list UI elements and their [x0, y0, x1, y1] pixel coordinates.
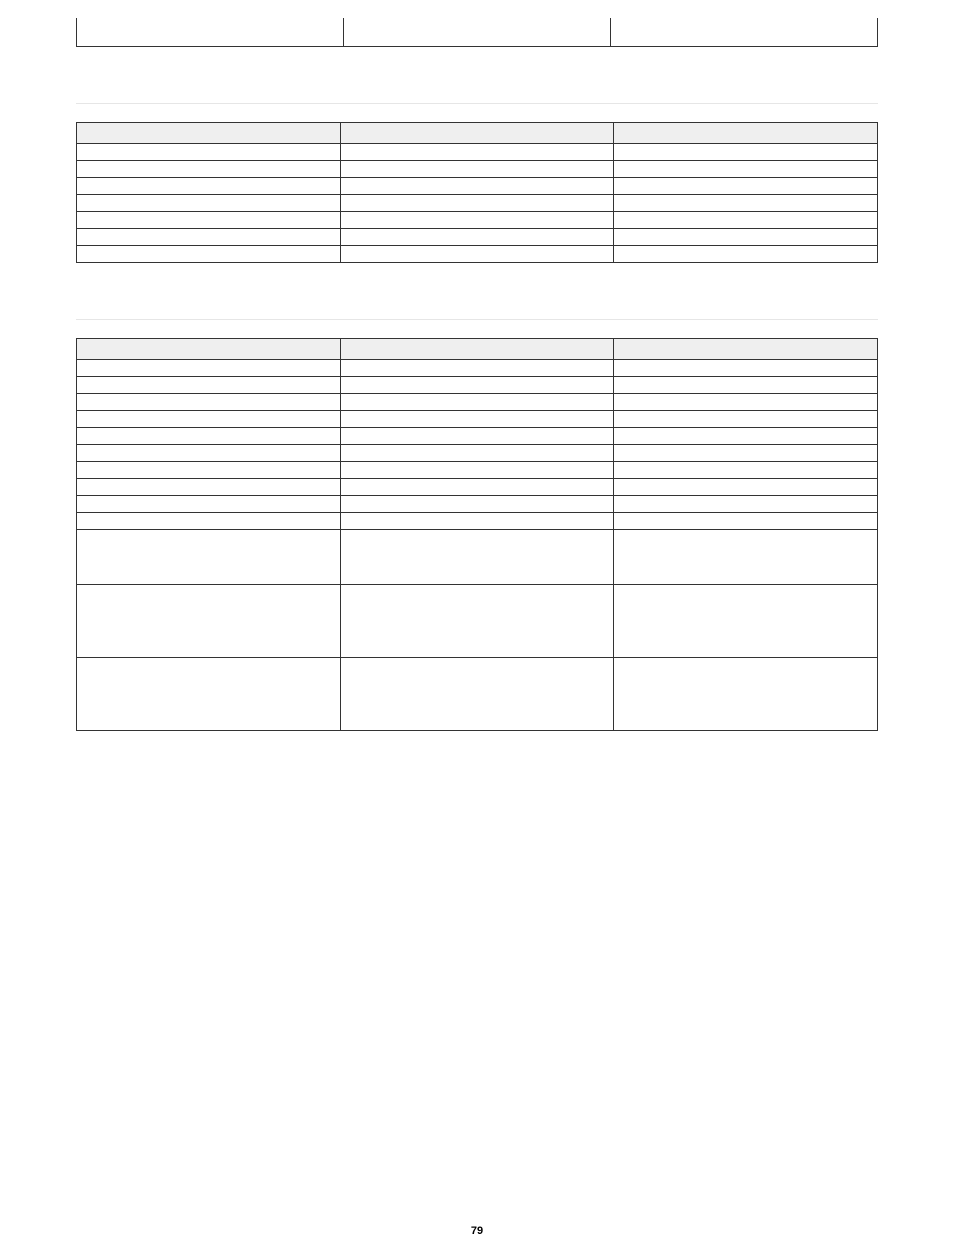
table-cell [77, 18, 344, 47]
table-row [77, 18, 878, 47]
table-cell [344, 18, 611, 47]
table-cell [77, 246, 341, 263]
table-header-row [77, 123, 878, 144]
table-row [77, 377, 878, 394]
table-row [77, 144, 878, 161]
table-row [77, 479, 878, 496]
table-cell [77, 394, 341, 411]
table-cell [77, 178, 341, 195]
table-cell [613, 585, 877, 658]
table-cell [613, 246, 877, 263]
data-table-2 [76, 338, 878, 731]
table-cell [613, 195, 877, 212]
section-divider [76, 103, 878, 104]
table-cell [613, 360, 877, 377]
table-cell [341, 212, 613, 229]
table-cell [613, 229, 877, 246]
table-row [77, 496, 878, 513]
table-row [77, 428, 878, 445]
table-cell [341, 445, 613, 462]
table-header [613, 123, 877, 144]
table-cell [77, 479, 341, 496]
table-cell [77, 513, 341, 530]
table-cell [77, 462, 341, 479]
table-cell [77, 496, 341, 513]
table-cell [341, 428, 613, 445]
table-row [77, 178, 878, 195]
table-header [77, 339, 341, 360]
table-header [341, 123, 613, 144]
table-header-row [77, 339, 878, 360]
table-cell [341, 479, 613, 496]
table-cell [77, 530, 341, 585]
table-row [77, 394, 878, 411]
table-row [77, 445, 878, 462]
table-cell [77, 144, 341, 161]
table-cell [341, 462, 613, 479]
data-table-1 [76, 122, 878, 263]
table-row [77, 513, 878, 530]
table-cell [341, 246, 613, 263]
table-row [77, 658, 878, 731]
table-row [77, 360, 878, 377]
table-cell [77, 585, 341, 658]
table-cell [341, 585, 613, 658]
table-cell [613, 479, 877, 496]
table-cell [341, 411, 613, 428]
table-row [77, 161, 878, 178]
table-cell [613, 411, 877, 428]
table-cell [613, 513, 877, 530]
table-cell [341, 658, 613, 731]
table-cell [341, 377, 613, 394]
table-cell [77, 428, 341, 445]
table-cell [613, 496, 877, 513]
table-cell [341, 195, 613, 212]
table-cell [341, 229, 613, 246]
table-row [77, 212, 878, 229]
table-row [77, 195, 878, 212]
table-row [77, 585, 878, 658]
table-header [77, 123, 341, 144]
table-cell [77, 377, 341, 394]
table-row [77, 246, 878, 263]
table-cell [77, 212, 341, 229]
table-cell [77, 360, 341, 377]
table-cell [341, 144, 613, 161]
section-divider [76, 319, 878, 320]
document-page: 79 [0, 18, 954, 1253]
table-header [613, 339, 877, 360]
table-header [341, 339, 613, 360]
table-cell [77, 161, 341, 178]
table-cell [613, 658, 877, 731]
table-cell [613, 161, 877, 178]
table-row [77, 411, 878, 428]
page-number: 79 [0, 1225, 954, 1237]
table-cell [613, 144, 877, 161]
table-cell [77, 229, 341, 246]
table-cell [77, 195, 341, 212]
table-cell [341, 394, 613, 411]
table-cell [613, 377, 877, 394]
table-cell [341, 161, 613, 178]
table-cell [613, 530, 877, 585]
table-cell [77, 658, 341, 731]
table-row [77, 530, 878, 585]
table-cell [613, 394, 877, 411]
table-cell [341, 530, 613, 585]
table-row [77, 229, 878, 246]
table-fragment-top [76, 18, 878, 47]
table-cell [341, 178, 613, 195]
table-row [77, 462, 878, 479]
table-cell [77, 445, 341, 462]
table-cell [613, 428, 877, 445]
table-cell [341, 496, 613, 513]
table-cell [77, 411, 341, 428]
table-cell [613, 462, 877, 479]
table-cell [341, 513, 613, 530]
table-cell [341, 360, 613, 377]
table-cell [613, 178, 877, 195]
table-cell [613, 445, 877, 462]
table-cell [611, 18, 878, 47]
table-cell [613, 212, 877, 229]
